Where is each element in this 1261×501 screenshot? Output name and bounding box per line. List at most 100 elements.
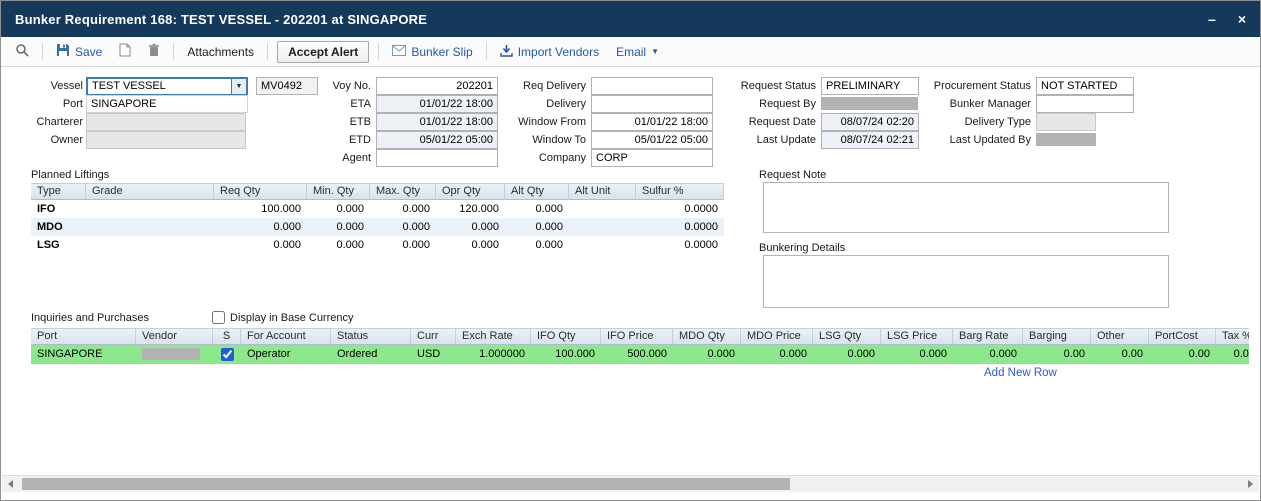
column-header-alt-qty[interactable]: Alt Qty [505,183,569,200]
column-header-other[interactable]: Other [1091,328,1149,345]
cell-for-account[interactable]: Operator [241,345,331,364]
cell-grade[interactable] [86,236,214,254]
bunker-manager-field[interactable] [1036,95,1134,113]
cell-other[interactable]: 0.00 [1091,345,1149,364]
column-header-sulfur[interactable]: Sulfur % [636,183,724,200]
scrollbar-thumb[interactable] [22,478,790,490]
request-status-field[interactable]: PRELIMINARY [821,77,919,95]
cell-barg-rate[interactable]: 0.000 [953,345,1023,364]
cell-req-qty[interactable]: 0.000 [214,218,307,236]
column-header-opr-qty[interactable]: Opr Qty [436,183,505,200]
cell-max-qty[interactable]: 0.000 [370,218,436,236]
cell-min-qty[interactable]: 0.000 [307,200,370,218]
cell-max-qty[interactable]: 0.000 [370,200,436,218]
column-header-curr[interactable]: Curr [411,328,456,345]
cell-alt-qty[interactable]: 0.000 [505,200,569,218]
etb-field[interactable]: 01/01/22 18:00 [376,113,498,131]
cell-sulfur[interactable]: 0.0000 [636,236,724,254]
column-header-mdo-qty[interactable]: MDO Qty [673,328,741,345]
cell-grade[interactable] [86,218,214,236]
cell-alt-unit[interactable] [569,218,636,236]
save-button[interactable]: Save [52,41,106,62]
column-header-lsg-qty[interactable]: LSG Qty [813,328,881,345]
inquiry-row[interactable]: SINGAPORE Operator Ordered USD 1.000000 … [31,345,1249,364]
procurement-status-field[interactable]: NOT STARTED [1036,77,1134,95]
cell-max-qty[interactable]: 0.000 [370,236,436,254]
column-header-type[interactable]: Type [31,183,86,200]
cell-req-qty[interactable]: 0.000 [214,236,307,254]
vessel-select[interactable]: TEST VESSEL ▼ [86,77,248,96]
column-header-selected[interactable]: S [213,328,241,345]
delivery-field[interactable] [591,95,713,113]
cell-tax[interactable]: 0.00 [1216,345,1249,364]
req-delivery-field[interactable] [591,77,713,95]
email-menu-button[interactable]: Email ▼ [612,43,663,61]
cell-sulfur[interactable]: 0.0000 [636,200,724,218]
cell-min-qty[interactable]: 0.000 [307,236,370,254]
window-from-field[interactable]: 01/01/22 18:00 [591,113,713,131]
cell-mdo-price[interactable]: 0.000 [741,345,813,364]
cell-ifo-qty[interactable]: 100.000 [531,345,601,364]
table-row-lsg[interactable]: LSG 0.000 0.000 0.000 0.000 0.000 0.0000 [31,236,724,254]
column-header-grade[interactable]: Grade [86,183,214,200]
delete-button[interactable] [144,41,164,62]
horizontal-scrollbar[interactable] [2,475,1259,492]
column-header-for-account[interactable]: For Account [241,328,331,345]
column-header-port[interactable]: Port [31,328,136,345]
cell-req-qty[interactable]: 100.000 [214,200,307,218]
cell-curr[interactable]: USD [411,345,456,364]
cell-alt-qty[interactable]: 0.000 [505,218,569,236]
column-header-barging[interactable]: Barging [1023,328,1091,345]
company-field[interactable]: CORP [591,149,713,167]
bunkering-details-textarea[interactable] [763,255,1169,308]
column-header-ifo-qty[interactable]: IFO Qty [531,328,601,345]
chevron-down-icon[interactable]: ▼ [231,79,246,94]
table-row-ifo[interactable]: IFO 100.000 0.000 0.000 120.000 0.000 0.… [31,200,724,218]
bunker-slip-button[interactable]: Bunker Slip [388,43,476,61]
cell-alt-unit[interactable] [569,200,636,218]
eta-field[interactable]: 01/01/22 18:00 [376,95,498,113]
table-row-mdo[interactable]: MDO 0.000 0.000 0.000 0.000 0.000 0.0000 [31,218,724,236]
cell-alt-qty[interactable]: 0.000 [505,236,569,254]
cell-sulfur[interactable]: 0.0000 [636,218,724,236]
attachments-button[interactable]: Attachments [183,43,258,61]
cell-exch-rate[interactable]: 1.000000 [456,345,531,364]
window-to-field[interactable]: 05/01/22 05:00 [591,131,713,149]
display-base-currency-checkbox[interactable] [212,311,225,324]
new-document-button[interactable] [115,41,135,62]
column-header-portcost[interactable]: PortCost [1149,328,1216,345]
add-new-row-link[interactable]: Add New Row [984,367,1057,379]
column-header-vendor[interactable]: Vendor [136,328,213,345]
import-vendors-button[interactable]: Import Vendors [496,42,603,62]
close-button[interactable]: × [1238,12,1246,26]
cell-barging[interactable]: 0.00 [1023,345,1091,364]
row-selected-checkbox[interactable] [221,348,234,361]
column-header-alt-unit[interactable]: Alt Unit [569,183,636,200]
voy-no-field[interactable]: 202201 [376,77,498,95]
column-header-ifo-price[interactable]: IFO Price [601,328,673,345]
cell-min-qty[interactable]: 0.000 [307,218,370,236]
column-header-min-qty[interactable]: Min. Qty [307,183,370,200]
column-header-mdo-price[interactable]: MDO Price [741,328,813,345]
cell-port[interactable]: SINGAPORE [31,345,136,364]
port-field[interactable]: SINGAPORE [86,95,248,113]
agent-field[interactable] [376,149,498,167]
column-header-status[interactable]: Status [331,328,411,345]
cell-mdo-qty[interactable]: 0.000 [673,345,741,364]
column-header-tax[interactable]: Tax % [1216,328,1249,345]
cell-lsg-price[interactable]: 0.000 [881,345,953,364]
cell-portcost[interactable]: 0.00 [1149,345,1216,364]
accept-alert-button[interactable]: Accept Alert [277,41,369,63]
search-button[interactable] [11,41,33,62]
cell-ifo-price[interactable]: 500.000 [601,345,673,364]
minimize-button[interactable]: – [1208,12,1216,26]
column-header-lsg-price[interactable]: LSG Price [881,328,953,345]
column-header-max-qty[interactable]: Max. Qty [370,183,436,200]
scroll-right-button[interactable] [1242,476,1259,492]
column-header-barg-rate[interactable]: Barg Rate [953,328,1023,345]
cell-vendor[interactable] [136,345,213,364]
etd-field[interactable]: 05/01/22 05:00 [376,131,498,149]
cell-grade[interactable] [86,200,214,218]
column-header-req-qty[interactable]: Req Qty [214,183,307,200]
cell-lsg-qty[interactable]: 0.000 [813,345,881,364]
